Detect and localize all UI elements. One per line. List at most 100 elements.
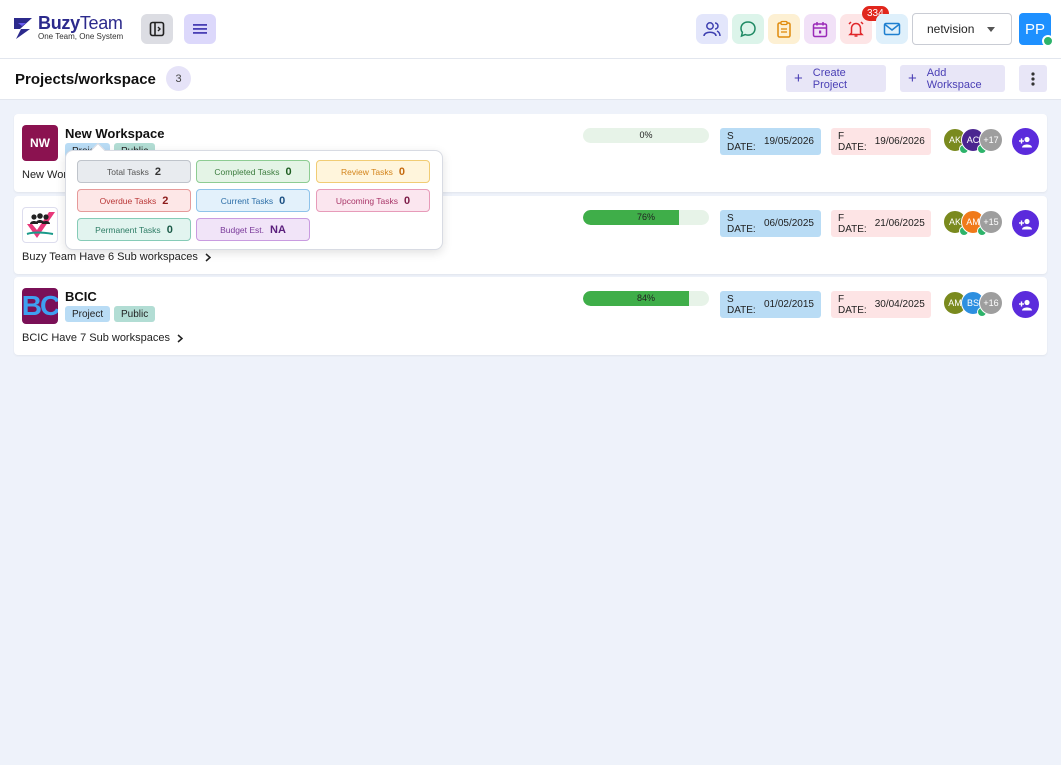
member-initials: AM xyxy=(948,298,962,308)
stat-label: Total Tasks xyxy=(106,166,149,177)
workspace-initials: BC xyxy=(22,290,58,321)
finish-date: F DATE: 21/06/2025 xyxy=(831,210,931,237)
progress-bar: 84% xyxy=(583,291,709,306)
stat-value: 2 xyxy=(154,165,161,178)
stat-label: Budget Est. xyxy=(220,224,265,235)
sub-workspaces-link[interactable]: Buzy Team Have 6 Sub workspaces xyxy=(22,251,211,263)
member-avatars[interactable]: AK AC +17 xyxy=(943,128,1007,154)
team-button[interactable] xyxy=(696,14,728,44)
toggle-sidebar-button[interactable] xyxy=(141,14,173,44)
create-project-label: Create Project xyxy=(812,66,848,91)
progress-bar: 76% xyxy=(583,210,709,225)
add-workspace-label: Add Workspace xyxy=(926,66,982,91)
buzyteam-logo-icon xyxy=(14,17,32,39)
chevron-right-icon xyxy=(177,333,183,343)
finish-date-label: F DATE: xyxy=(838,130,867,153)
member-avatars[interactable]: AK AM +15 xyxy=(943,210,1007,236)
chat-button[interactable] xyxy=(732,14,764,44)
brand-logo[interactable]: BuzyTeam One Team, One System xyxy=(12,14,123,41)
start-date: S DATE: 01/02/2015 xyxy=(720,291,821,318)
workspace-count-badge: 3 xyxy=(166,66,191,91)
mail-icon xyxy=(883,22,901,36)
stat-label: Overdue Tasks xyxy=(99,195,157,206)
start-date-label: S DATE: xyxy=(727,130,756,153)
mail-button[interactable] xyxy=(876,14,908,44)
stat-label: Review Tasks xyxy=(341,166,393,177)
task-summary-popover: Total Tasks 2 Completed Tasks 0 Review Tas… xyxy=(65,142,443,250)
workspace-logo: BC xyxy=(22,288,58,324)
chevron-right-icon xyxy=(205,252,211,262)
stat-label: Current Tasks xyxy=(220,195,274,206)
workspace-name[interactable]: BCIC xyxy=(65,289,97,304)
start-date-label: S DATE: xyxy=(727,212,756,235)
chat-bubble-icon xyxy=(740,21,756,38)
current-tasks-stat: Current Tasks 0 xyxy=(196,189,310,212)
stat-value: NA xyxy=(270,223,286,236)
user-initials: PP xyxy=(1024,20,1045,38)
add-member-button[interactable] xyxy=(1012,291,1039,318)
plus-icon: + xyxy=(794,70,803,87)
hamburger-icon xyxy=(193,24,207,34)
organization-value: netvision xyxy=(927,22,975,36)
start-date-value: 01/02/2015 xyxy=(763,299,814,310)
brand-tagline: One Team, One System xyxy=(38,32,124,41)
user-avatar[interactable]: PP xyxy=(1019,13,1054,47)
organization-select[interactable]: netvision xyxy=(912,13,1012,45)
more-options-button[interactable] xyxy=(1019,65,1047,92)
sub-workspaces-link[interactable]: BCIC Have 7 Sub workspaces xyxy=(22,332,183,344)
brand-name-light: Team xyxy=(79,13,123,33)
finish-date-value: 19/06/2026 xyxy=(874,136,925,147)
start-date-label: S DATE: xyxy=(727,293,756,316)
stat-label: Upcoming Tasks xyxy=(335,195,399,206)
create-project-button[interactable]: + Create Project xyxy=(786,65,886,92)
users-icon xyxy=(703,22,721,37)
start-date: S DATE: 19/05/2026 xyxy=(720,128,821,155)
finish-date-label: F DATE: xyxy=(838,293,867,316)
plus-icon: + xyxy=(908,70,917,87)
sub-workspaces-label: Buzy Team Have 6 Sub workspaces xyxy=(22,251,198,263)
start-date-value: 19/05/2026 xyxy=(763,136,814,147)
upcoming-tasks-stat: Upcoming Tasks 0 xyxy=(316,189,430,212)
finish-date-value: 21/06/2025 xyxy=(874,218,925,229)
member-initials: AK xyxy=(948,135,961,145)
tasks-button[interactable] xyxy=(768,14,800,44)
alarm-bell-icon xyxy=(848,21,864,37)
more-members-count: +15 xyxy=(979,210,1003,234)
progress-label: 0% xyxy=(639,130,653,140)
project-tag: Project xyxy=(65,306,111,322)
add-workspace-button[interactable]: + Add Workspace xyxy=(900,65,1005,92)
workspace-card[interactable]: BC BCIC Project Public BCIC Have 7 Sub w… xyxy=(14,277,1047,355)
caret-down-icon xyxy=(987,27,995,32)
overdue-tasks-stat: Overdue Tasks 2 xyxy=(77,189,191,212)
page-header: Projects/workspace 3 + Create Project + … xyxy=(0,59,1061,100)
add-member-button[interactable] xyxy=(1012,128,1039,155)
start-date: S DATE: 06/05/2025 xyxy=(720,210,821,237)
member-initials: AK xyxy=(948,217,961,227)
add-member-button[interactable] xyxy=(1012,210,1039,237)
stat-value: 0 xyxy=(398,165,405,178)
sub-workspaces-label: BCIC Have 7 Sub workspaces xyxy=(22,332,170,344)
workspace-avatar: NW xyxy=(22,125,58,161)
member-initials: AM xyxy=(966,217,980,227)
progress-label: 76% xyxy=(636,212,655,222)
add-user-icon xyxy=(1018,218,1032,229)
stat-label: Permanent Tasks xyxy=(95,224,161,235)
finish-date: F DATE: 19/06/2026 xyxy=(831,128,931,155)
more-members-count: +17 xyxy=(979,128,1003,152)
team-logo-icon xyxy=(26,212,55,238)
stat-label: Completed Tasks xyxy=(214,166,280,177)
budget-estimate-stat: Budget Est. NA xyxy=(196,218,310,241)
sidebar-toggle-icon xyxy=(149,21,165,37)
finish-date-label: F DATE: xyxy=(838,212,867,235)
vertical-dots-icon xyxy=(1031,71,1035,86)
member-avatars[interactable]: AM BS +16 xyxy=(943,291,1007,317)
clipboard-icon xyxy=(777,20,791,38)
workspace-name[interactable]: New Workspace xyxy=(65,126,164,141)
stat-value: 0 xyxy=(279,194,286,207)
calendar-button[interactable] xyxy=(804,14,836,44)
menu-button[interactable] xyxy=(184,14,216,44)
member-initials: AC xyxy=(966,135,980,145)
stat-value: 2 xyxy=(162,194,169,207)
calendar-icon xyxy=(812,21,828,37)
completed-tasks-stat: Completed Tasks 0 xyxy=(196,160,310,183)
